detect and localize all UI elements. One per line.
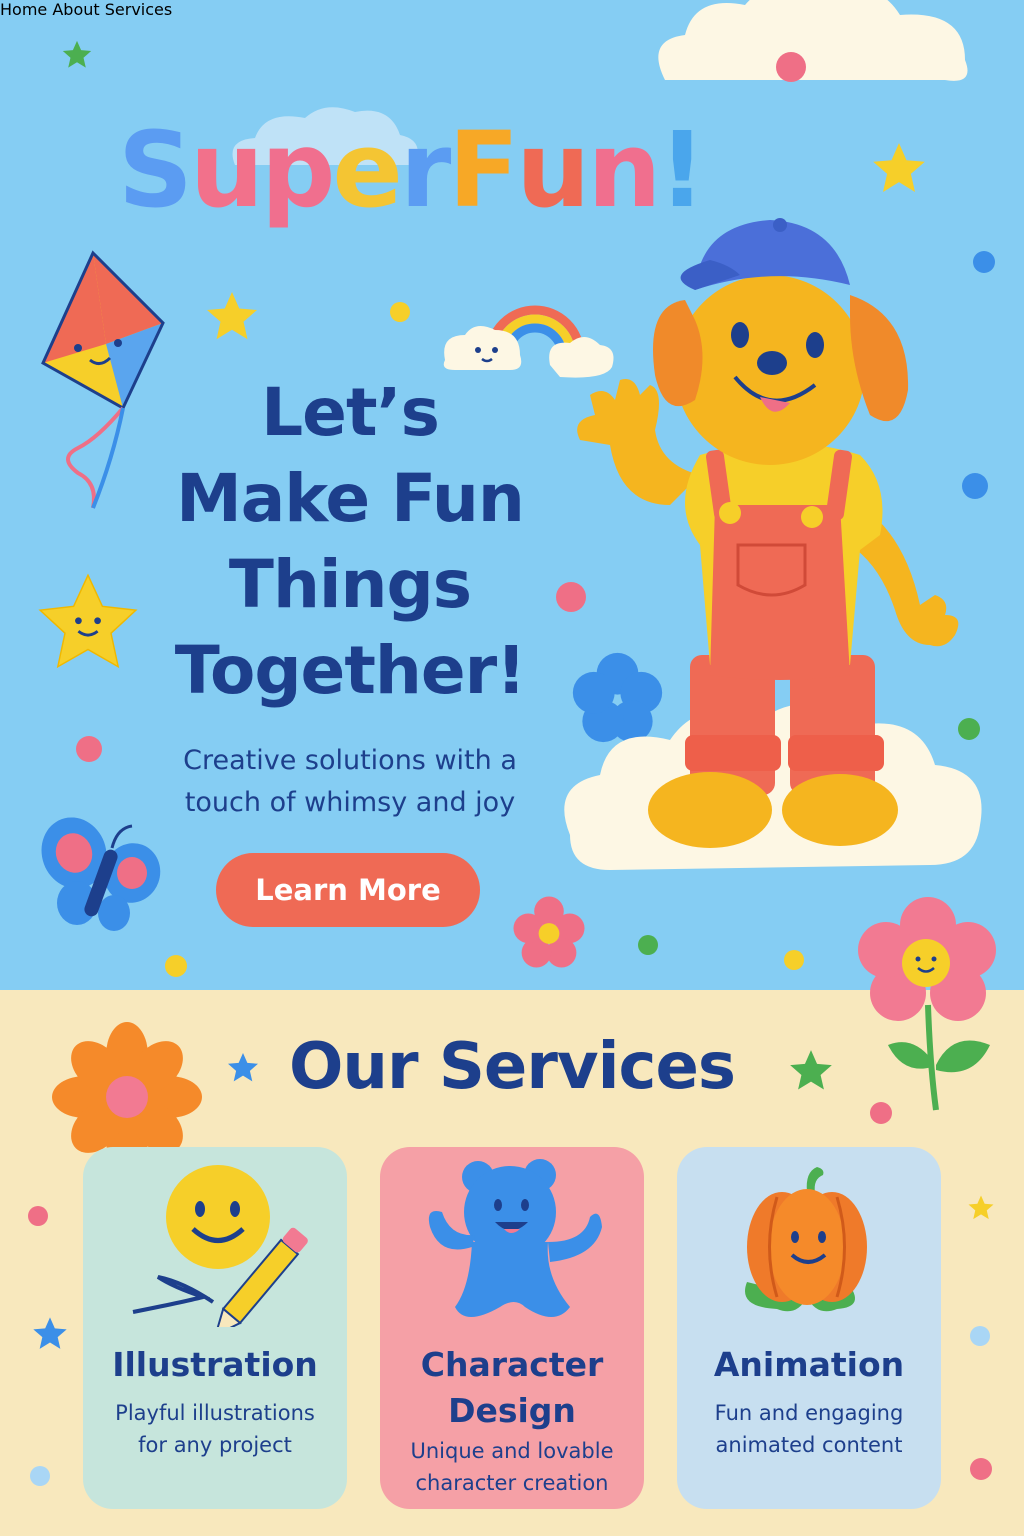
card-desc-line: for any project — [138, 1433, 292, 1457]
pumpkin-icon — [745, 1167, 867, 1312]
blue-dot — [30, 1466, 50, 1486]
yellow-dot — [784, 950, 804, 970]
card-desc-line: Unique and lovable — [410, 1439, 614, 1463]
brand-letter: p — [260, 109, 335, 231]
brand-letter: r — [399, 109, 451, 231]
card-title: Character Design — [380, 1342, 644, 1434]
card-title-line: Character — [420, 1345, 604, 1384]
pink-dot — [28, 1206, 48, 1226]
butterfly-icon — [41, 817, 161, 931]
nav-home-link[interactable]: Home — [0, 0, 47, 19]
brand-letter: e — [332, 109, 403, 231]
nav-services-link[interactable]: Services — [105, 0, 172, 19]
services-heading: Our Services — [289, 1030, 736, 1104]
yellow-dot — [390, 302, 410, 322]
headline-line: Things — [228, 546, 472, 623]
card-description: Unique and lovable character creation — [380, 1435, 644, 1499]
hero-headline: Let’s Make Fun Things Together! — [90, 370, 610, 714]
card-description: Fun and engaging animated content — [677, 1397, 941, 1461]
brand-letter: S — [118, 109, 193, 231]
card-desc-line: Playful illustrations — [115, 1401, 315, 1425]
subtitle-line: Creative solutions with a — [183, 745, 517, 776]
card-desc-line: animated content — [715, 1433, 903, 1457]
headline-line: Make Fun — [176, 460, 525, 537]
yellow-star-icon — [207, 292, 257, 340]
green-star-icon — [62, 40, 92, 68]
pink-flower-icon — [513, 896, 585, 968]
card-title-line: Design — [448, 1391, 576, 1430]
card-title-line: Animation — [713, 1345, 905, 1384]
subtitle-line: touch of whimsy and joy — [184, 787, 516, 818]
yellow-dot — [165, 955, 187, 977]
blue-star-icon — [33, 1317, 67, 1349]
dog-mascot-illustration — [564, 218, 982, 870]
card-title: Animation — [677, 1342, 941, 1388]
blue-dot — [970, 1326, 990, 1346]
card-description: Playful illustrations for any project — [83, 1397, 347, 1461]
hero-subtitle: Creative solutions with a touch of whims… — [120, 740, 580, 824]
service-card-illustration[interactable]: Illustration Playful illustrations for a… — [83, 1147, 347, 1509]
brand-letter: F — [448, 109, 519, 231]
brand-letter: u — [189, 109, 264, 231]
card-desc-line: character creation — [415, 1471, 609, 1495]
service-card-animation[interactable]: Animation Fun and engaging animated cont… — [677, 1147, 941, 1509]
cloud-icon — [658, 0, 968, 81]
headline-line: Let’s — [261, 374, 440, 451]
blue-bear-icon — [428, 1159, 602, 1317]
green-dot — [638, 935, 658, 955]
pink-dot — [970, 1458, 992, 1480]
smiley-pencil-icon — [132, 1165, 308, 1327]
nav-about-link[interactable]: About — [52, 0, 99, 19]
service-card-character-design[interactable]: Character Design Unique and lovable char… — [380, 1147, 644, 1509]
hero-section: Home About Services SuperFun! Let’s Make… — [0, 0, 1024, 990]
headline-line: Together! — [174, 632, 527, 709]
card-desc-line: Fun and engaging — [714, 1401, 904, 1425]
learn-more-button[interactable]: Learn More — [216, 853, 480, 927]
yellow-star-icon — [873, 143, 925, 192]
smiley-star-icon — [38, 573, 138, 669]
card-title-line: Illustration — [112, 1345, 318, 1384]
pink-dot — [76, 736, 102, 762]
pink-dot — [870, 1102, 892, 1124]
yellow-star-icon — [968, 1195, 994, 1220]
card-title: Illustration — [83, 1342, 347, 1388]
pink-dot — [776, 52, 806, 82]
